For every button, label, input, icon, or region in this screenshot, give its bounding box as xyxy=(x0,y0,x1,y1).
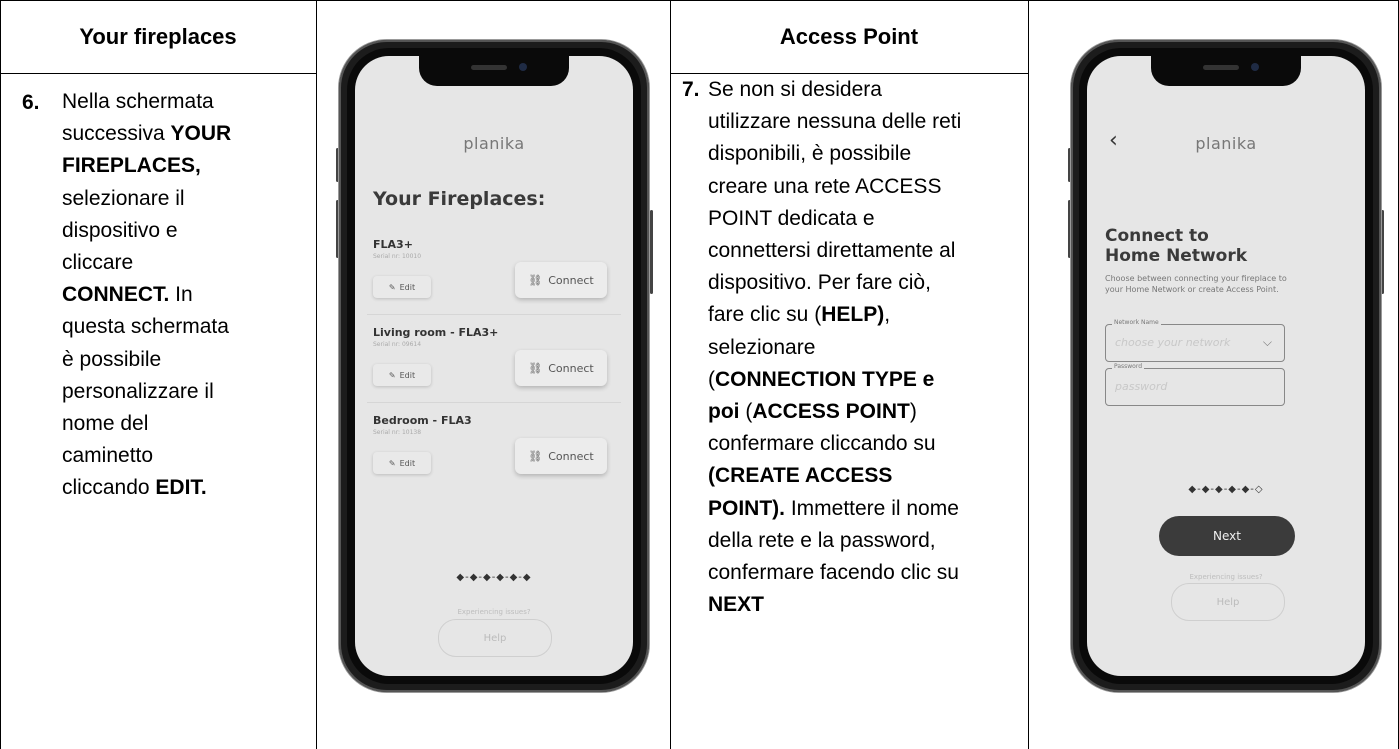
table-divider-1 xyxy=(316,0,317,749)
step-7-text: Se non si desidera utilizzare nessuna de… xyxy=(708,78,962,617)
edit-button[interactable]: ✎ Edit xyxy=(373,452,431,474)
network-name-dropdown[interactable]: Network Name choose your network ⌵ xyxy=(1105,319,1285,362)
phone2-power-button xyxy=(1381,210,1384,294)
step-number-6: 6. xyxy=(22,91,40,114)
device-name: FLA3+ xyxy=(373,238,413,251)
instruction-table: Your fireplaces 6. Nella schermata succe… xyxy=(0,0,1399,749)
progress-dots: ◆-◆-◆-◆-◆-◇ xyxy=(1188,484,1264,495)
phone1-power-button xyxy=(650,210,653,294)
table-divider-3 xyxy=(1028,0,1029,749)
link-icon: ⛓ xyxy=(528,449,543,463)
device-separator xyxy=(367,402,621,403)
connect-button[interactable]: ⛓ Connect xyxy=(515,438,607,474)
pencil-icon: ✎ xyxy=(388,370,396,380)
step-number-7: 7. xyxy=(682,78,700,101)
device-serial: Serial nr: 10138 xyxy=(373,429,422,436)
connect-button[interactable]: ⛓ Connect xyxy=(515,262,607,298)
next-button[interactable]: Next xyxy=(1159,516,1295,556)
connect-subtitle: Choose between connecting your fireplace… xyxy=(1105,274,1287,294)
table-border-left xyxy=(0,0,1,749)
help-button[interactable]: Help xyxy=(1171,583,1285,621)
phone2-notch xyxy=(1151,56,1301,86)
pencil-icon: ✎ xyxy=(388,282,396,292)
planika-logo: planika xyxy=(463,134,525,153)
password-field[interactable]: Password password xyxy=(1105,363,1285,406)
chevron-down-icon: ⌵ xyxy=(1262,335,1272,349)
header-rule-col1 xyxy=(0,73,316,74)
edit-button[interactable]: ✎ Edit xyxy=(373,364,431,386)
device-name: Bedroom - FLA3 xyxy=(373,414,472,427)
edit-button[interactable]: ✎ Edit xyxy=(373,276,431,298)
device-serial: Serial nr: 09614 xyxy=(373,341,422,348)
phone1-mockup: planika Your Fireplaces: FLA3+ Serial nr… xyxy=(339,40,649,692)
progress-dots: ◆-◆-◆-◆-◆-◆ xyxy=(456,572,532,583)
device-separator xyxy=(367,314,621,315)
device-serial: Serial nr: 10010 xyxy=(373,253,422,260)
phone1-screen: planika Your Fireplaces: FLA3+ Serial nr… xyxy=(355,56,633,676)
your-fireplaces-title: Your Fireplaces: xyxy=(373,188,546,210)
col1-header: Your fireplaces xyxy=(79,23,237,49)
experiencing-issues-text: Experiencing issues? xyxy=(457,608,531,616)
connect-button[interactable]: ⛓ Connect xyxy=(515,350,607,386)
planika-logo: planika xyxy=(1195,134,1257,153)
link-icon: ⛓ xyxy=(528,273,543,287)
device-name: Living room - FLA3+ xyxy=(373,326,499,339)
phone1-notch xyxy=(419,56,569,86)
table-divider-2 xyxy=(670,0,671,749)
phone2-mockup: ‹ planika Connect to Home Network Choose… xyxy=(1071,40,1381,692)
link-icon: ⛓ xyxy=(528,361,543,375)
phone2-screen: ‹ planika Connect to Home Network Choose… xyxy=(1087,56,1365,676)
col3-header: Access Point xyxy=(779,23,919,49)
help-button[interactable]: Help xyxy=(438,619,552,657)
connect-home-network-title: Connect to Home Network xyxy=(1105,226,1248,266)
pencil-icon: ✎ xyxy=(388,458,396,468)
step-6-text: Nella schermata successiva YOUR FIREPLAC… xyxy=(62,90,232,500)
experiencing-issues-text: Experiencing issues? xyxy=(1189,573,1263,581)
